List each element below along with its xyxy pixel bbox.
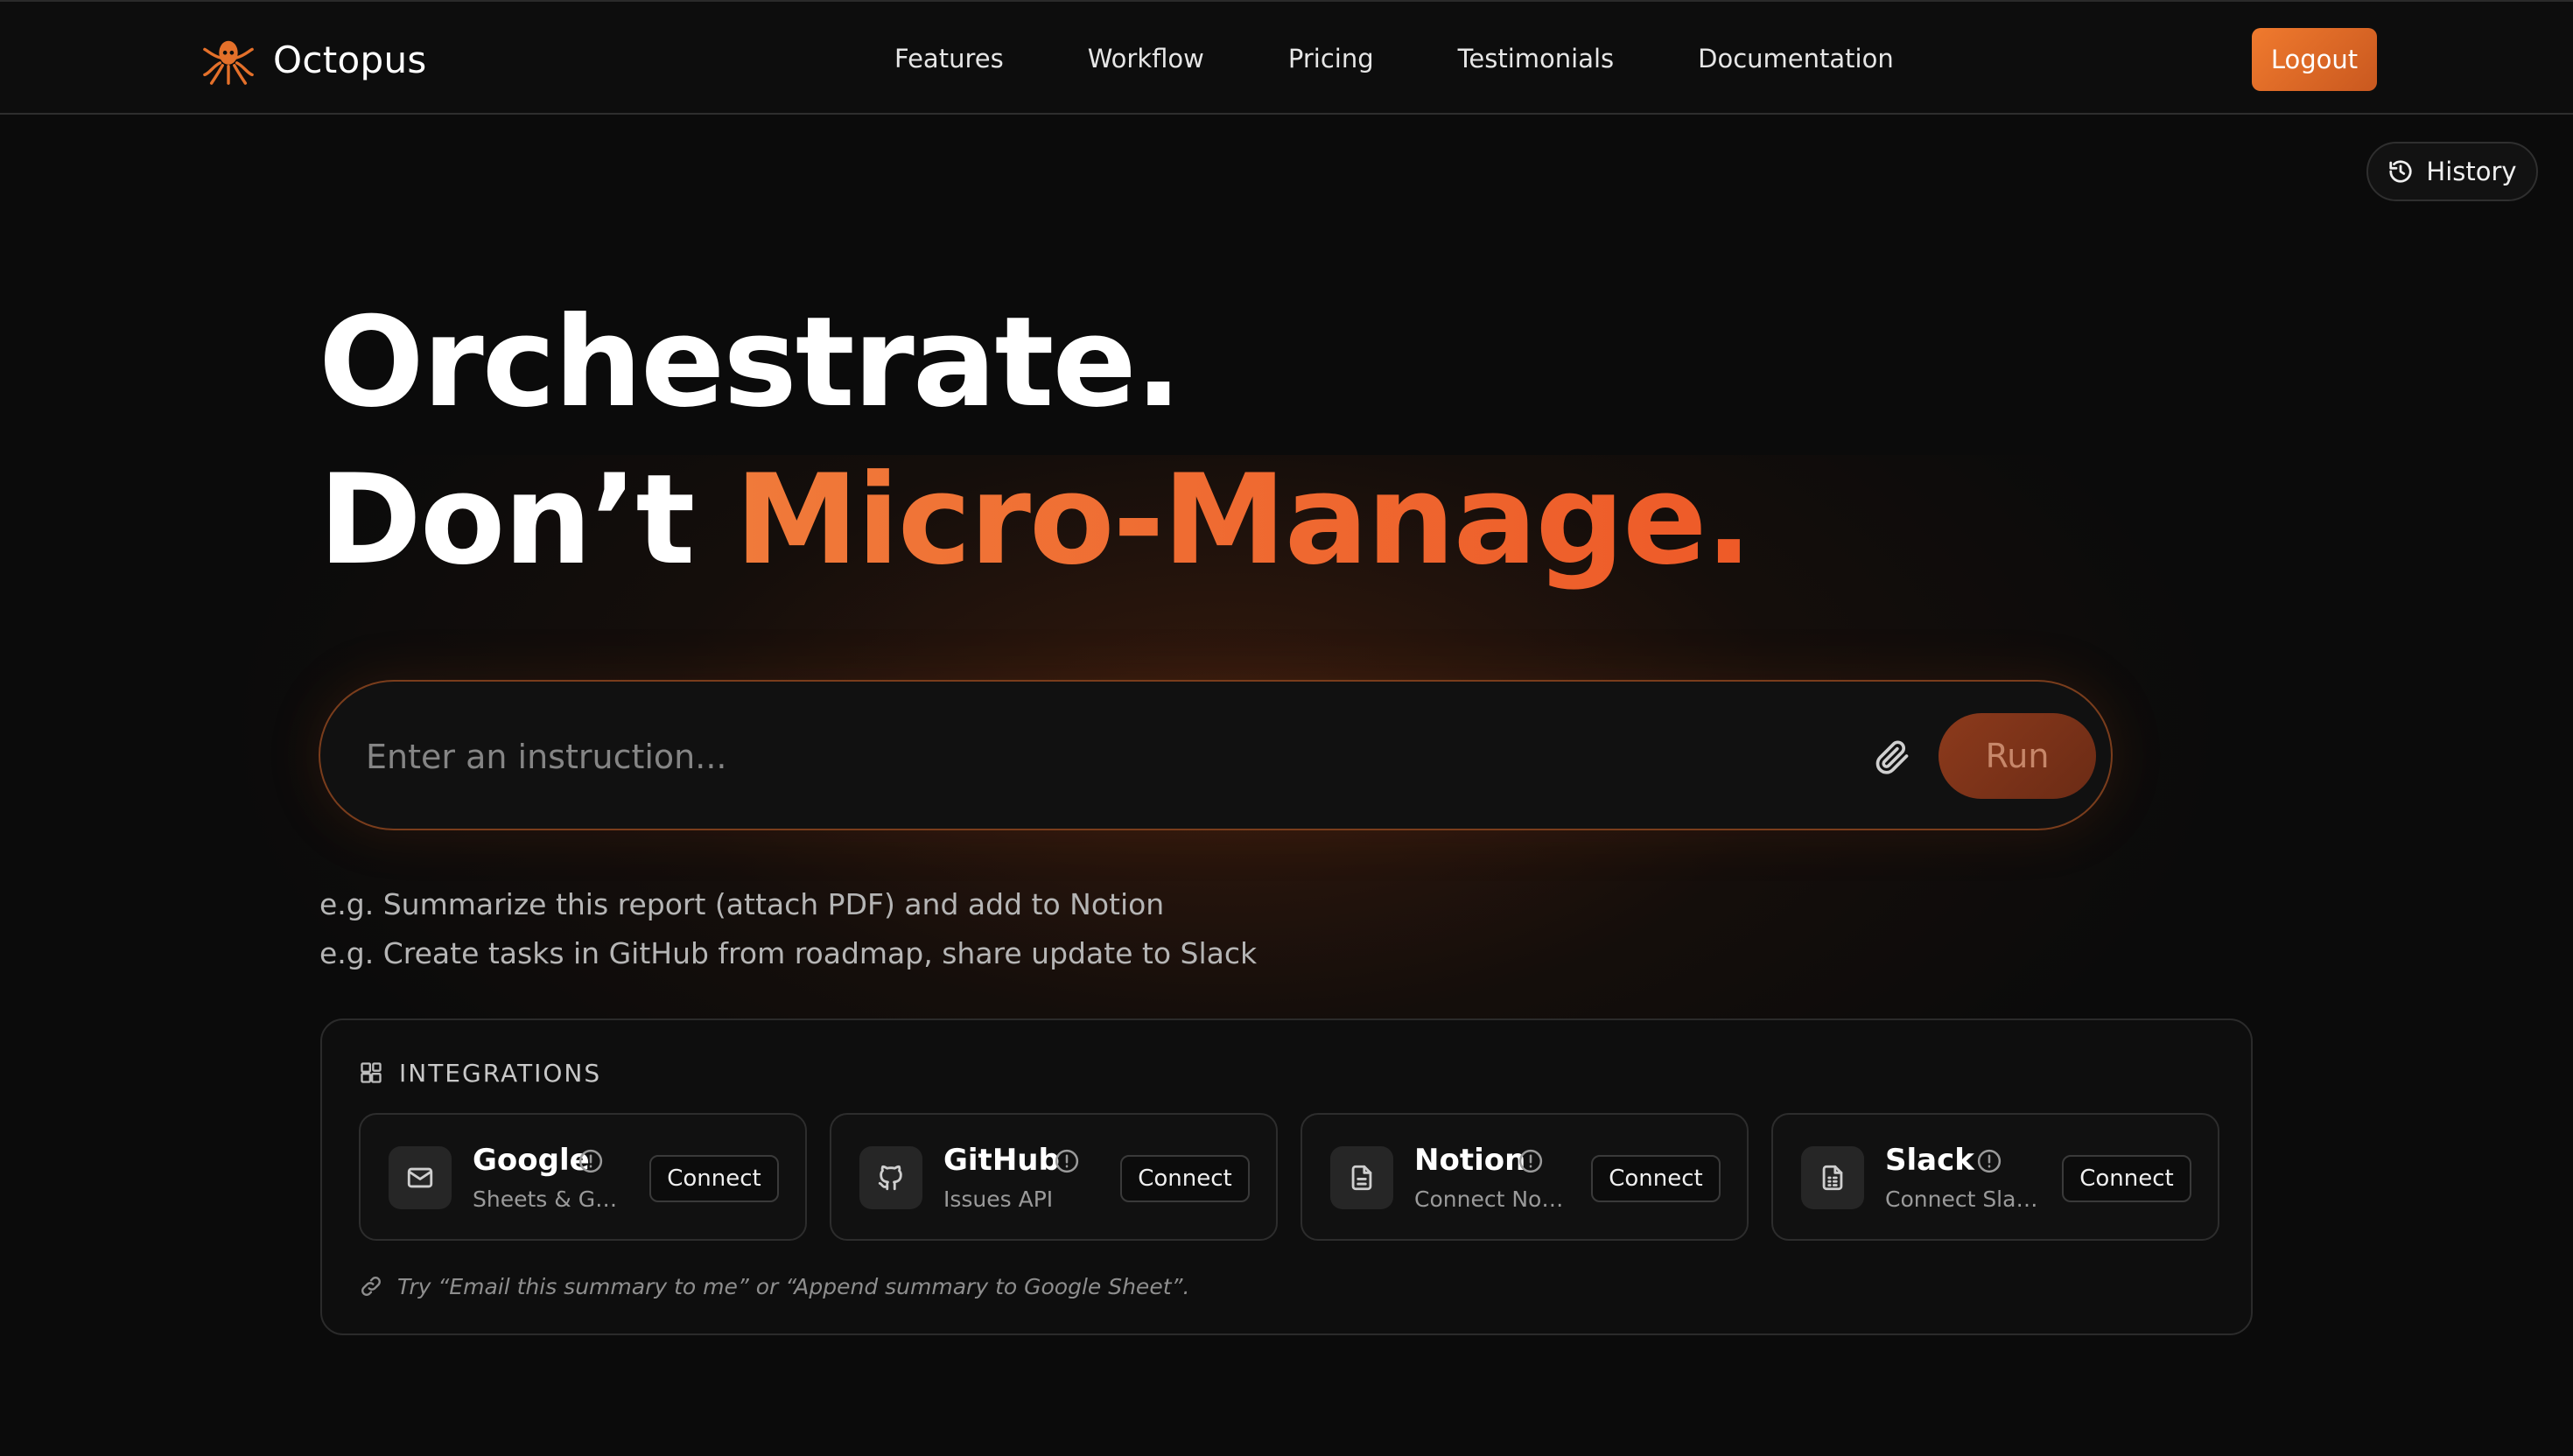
integration-subtitle: Issues API <box>943 1186 1054 1212</box>
integration-cards: Google Sheets & Gm... Connect GitHub Iss… <box>359 1113 2219 1241</box>
integrations-title: INTEGRATIONS <box>399 1058 602 1088</box>
example-prompt-1: e.g. Summarize this report (attach PDF) … <box>319 887 1165 921</box>
nav-testimonials[interactable]: Testimonials <box>1458 44 1615 74</box>
integration-card-slack: Slack Connect Slack Connect <box>1771 1113 2219 1241</box>
nav-documentation[interactable]: Documentation <box>1698 44 1894 74</box>
info-icon[interactable] <box>1976 1148 2002 1174</box>
integrations-hint: Try “Email this summary to me” or “Appen… <box>359 1270 1189 1302</box>
info-icon[interactable] <box>1518 1148 1544 1174</box>
integration-icon-tile <box>389 1146 452 1209</box>
history-label: History <box>2426 157 2517 186</box>
brand[interactable]: Octopus <box>201 32 427 88</box>
integration-name: Slack <box>1885 1143 1974 1178</box>
integration-subtitle: Connect Slack <box>1885 1186 2039 1212</box>
nav-workflow[interactable]: Workflow <box>1088 44 1204 74</box>
connect-github-button[interactable]: Connect <box>1120 1155 1250 1202</box>
integration-card-google: Google Sheets & Gm... Connect <box>359 1113 807 1241</box>
top-navigation-bar: Octopus Features Workflow Pricing Testim… <box>0 0 2573 115</box>
integration-icon-tile <box>1330 1146 1393 1209</box>
link-icon <box>361 1277 381 1296</box>
github-icon <box>878 1165 902 1191</box>
integration-card-notion: Notion Connect Noti... Connect <box>1301 1113 1749 1241</box>
integration-icon-tile <box>859 1146 922 1209</box>
integration-icon-tile <box>1801 1146 1864 1209</box>
instruction-input[interactable] <box>366 725 1854 788</box>
grid-icon <box>361 1062 382 1083</box>
integration-card-github: GitHub Issues API Connect <box>830 1113 1278 1241</box>
example-prompt-2: e.g. Create tasks in GitHub from roadmap… <box>319 936 1258 970</box>
mail-icon <box>407 1167 433 1188</box>
integration-name: Notion <box>1414 1143 1526 1178</box>
paperclip-icon[interactable] <box>1873 738 1911 776</box>
hero-title-line-2: Don’t Micro-Manage. <box>319 458 1752 583</box>
connect-google-button[interactable]: Connect <box>649 1155 779 1202</box>
connect-slack-button[interactable]: Connect <box>2062 1155 2191 1202</box>
hero-title-accent: Micro-Manage. <box>734 448 1753 592</box>
integration-name: GitHub <box>943 1143 1060 1178</box>
integration-subtitle: Connect Noti... <box>1414 1186 1568 1212</box>
integrations-panel: INTEGRATIONS Google Sheets & Gm... Conne… <box>320 1018 2253 1335</box>
integrations-hint-text: Try “Email this summary to me” or “Appen… <box>397 1273 1190 1299</box>
info-icon[interactable] <box>578 1148 604 1174</box>
history-button[interactable]: History <box>2366 142 2538 201</box>
connect-notion-button[interactable]: Connect <box>1591 1155 1721 1202</box>
nav-features[interactable]: Features <box>894 44 1004 74</box>
hero-title-prefix: Don’t <box>319 448 735 592</box>
run-button[interactable]: Run <box>1939 713 2096 799</box>
integration-subtitle: Sheets & Gm... <box>473 1186 627 1212</box>
spreadsheet-icon <box>1822 1165 1843 1191</box>
integration-name: Google <box>473 1143 590 1178</box>
logout-button[interactable]: Logout <box>2252 28 2377 91</box>
instruction-bar: Run <box>319 680 2113 830</box>
main-nav: Features Workflow Pricing Testimonials D… <box>894 35 1894 82</box>
brand-name: Octopus <box>273 38 427 81</box>
info-icon[interactable] <box>1054 1148 1080 1174</box>
octopus-logo-icon <box>203 40 254 85</box>
app-page: Octopus Features Workflow Pricing Testim… <box>0 0 2573 1456</box>
hero-title-line-1: Orchestrate. <box>319 290 1182 435</box>
integrations-header: INTEGRATIONS <box>359 1057 601 1088</box>
nav-pricing[interactable]: Pricing <box>1288 44 1374 74</box>
history-icon <box>2389 160 2412 183</box>
document-icon <box>1351 1165 1372 1191</box>
